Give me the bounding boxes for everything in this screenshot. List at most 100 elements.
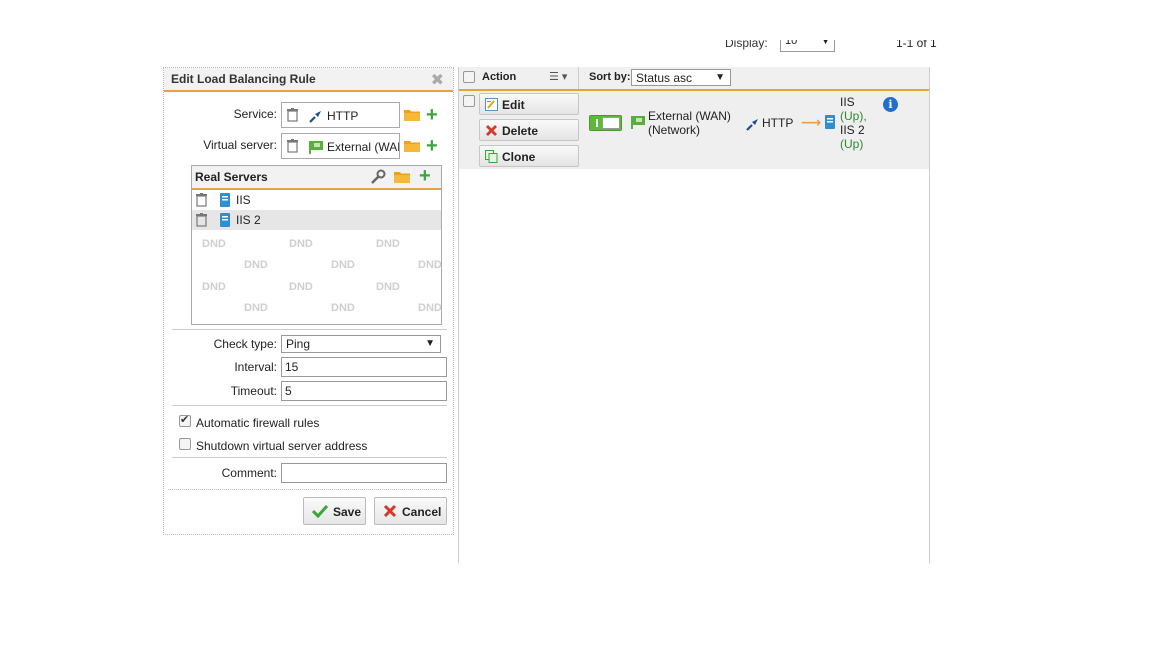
panel-title: Edit Load Balancing Rule	[171, 72, 316, 86]
enabled-toggle[interactable]	[589, 115, 622, 131]
timeout-value: 5	[285, 384, 292, 398]
info-icon[interactable]: i	[883, 97, 898, 112]
chevron-down-icon: ▼	[821, 40, 830, 46]
add-real-server-icon[interactable]: +	[419, 166, 431, 186]
service-plug-icon	[746, 117, 760, 134]
service-name: HTTP	[762, 116, 794, 130]
clone-label: Clone	[502, 150, 536, 164]
display-value: 10	[785, 40, 798, 47]
network-card-icon	[631, 115, 646, 132]
timeout-input[interactable]: 5	[281, 381, 447, 401]
auto-firewall-label: Automatic firewall rules	[196, 416, 320, 430]
server2-name: IIS 2	[840, 123, 865, 137]
interface-info: External (WAN) (Network)	[648, 109, 731, 137]
trash-icon[interactable]	[287, 139, 298, 156]
service-value: HTTP	[327, 109, 359, 123]
server-icon	[825, 115, 835, 132]
dnd-watermark: DND	[202, 238, 226, 250]
page-info: 1-1 of 1	[896, 40, 937, 50]
edit-load-balancing-panel: Edit Load Balancing Rule ✖ Service: HTTP…	[163, 67, 454, 535]
service-label: Service:	[233, 107, 277, 121]
shutdown-checkbox[interactable]	[179, 438, 191, 450]
comment-label: Comment:	[221, 466, 277, 480]
server1-name: IIS	[840, 95, 855, 109]
delete-button[interactable]: Delete	[479, 119, 579, 141]
real-server-name: IIS 2	[236, 213, 261, 227]
virtual-server-label: Virtual server:	[203, 138, 277, 152]
close-icon[interactable]: ✖	[431, 70, 444, 90]
server1-status: (Up),	[840, 109, 867, 123]
sort-label: Sort by:	[589, 71, 631, 83]
clone-button[interactable]: Clone	[479, 145, 579, 167]
sort-select[interactable]: Status asc ▼	[631, 69, 731, 86]
real-servers-title: Real Servers	[195, 170, 268, 184]
virtual-server-field[interactable]: External (WAN)	[281, 133, 400, 159]
wrench-icon[interactable]	[370, 169, 386, 188]
folder-icon[interactable]	[404, 139, 420, 155]
list-header: Action ☰ ▾ Sort by: Status asc ▼	[459, 67, 929, 91]
chevron-down-icon: ▼	[715, 72, 725, 83]
shutdown-label: Shutdown virtual server address	[196, 439, 368, 453]
panel-header: Edit Load Balancing Rule ✖	[164, 68, 453, 92]
interval-input[interactable]: 15	[281, 357, 447, 377]
auto-firewall-checkbox[interactable]	[179, 413, 191, 427]
real-servers-header: Real Servers +	[192, 166, 441, 190]
interface-name: External (WAN)	[648, 109, 731, 123]
x-icon	[383, 504, 397, 521]
server-icon	[220, 213, 230, 230]
trash-icon[interactable]	[196, 193, 207, 210]
display-label: Display:	[725, 40, 768, 50]
folder-icon[interactable]	[394, 170, 410, 186]
service-field[interactable]: HTTP	[281, 102, 400, 128]
arrow-right-icon: ⟶	[801, 114, 822, 130]
list-item[interactable]: IIS	[192, 190, 441, 210]
delete-label: Delete	[502, 124, 539, 138]
action-column-header: Action ☰ ▾	[459, 67, 579, 89]
dnd-watermark: DND	[376, 281, 400, 293]
dnd-watermark: DND	[202, 281, 226, 293]
list-item[interactable]: IIS 2	[192, 210, 441, 230]
select-all-checkbox[interactable]	[463, 71, 475, 83]
display-select[interactable]: 10 ▼	[780, 40, 835, 52]
save-label: Save	[333, 505, 362, 519]
toggle-knob	[602, 117, 620, 129]
timeout-label: Timeout:	[230, 384, 277, 398]
real-server-name: IIS	[236, 193, 251, 207]
check-type-label: Check type:	[213, 337, 277, 351]
service-plug-icon	[309, 109, 323, 126]
cancel-label: Cancel	[402, 505, 442, 519]
column-menu-icon[interactable]: ☰ ▾	[549, 70, 567, 83]
divider	[172, 329, 447, 330]
trash-icon[interactable]	[287, 108, 298, 125]
add-virtual-server-icon[interactable]: +	[426, 136, 438, 156]
edit-button[interactable]: Edit	[479, 93, 579, 115]
trash-icon[interactable]	[196, 213, 207, 230]
check-type-value: Ping	[286, 337, 311, 351]
dnd-watermark: DND	[331, 259, 355, 271]
chevron-down-icon: ▼	[425, 338, 435, 349]
interval-label: Interval:	[234, 360, 277, 374]
virtual-server-value: External (WAN)	[327, 140, 399, 154]
add-service-icon[interactable]: +	[426, 105, 438, 125]
folder-icon[interactable]	[404, 108, 420, 124]
x-icon	[485, 124, 498, 140]
action-header-label: Action	[482, 71, 517, 83]
dnd-watermark: DND	[418, 302, 442, 314]
network-card-icon	[309, 140, 324, 157]
interface-type: (Network)	[648, 123, 701, 137]
dnd-watermark: DND	[331, 302, 355, 314]
save-button[interactable]: Save	[303, 497, 366, 525]
comment-input[interactable]	[281, 463, 447, 483]
checkmark-icon	[311, 504, 329, 521]
table-row[interactable]: Edit Delete Clone External (WAN) (Networ…	[459, 91, 929, 169]
row-checkbox[interactable]	[463, 95, 475, 107]
clone-icon	[485, 150, 498, 166]
check-type-select[interactable]: Ping ▼	[281, 335, 441, 353]
real-servers-box[interactable]: Real Servers + IIS IIS 2 DND DND DND DND…	[191, 165, 442, 325]
cancel-button[interactable]: Cancel	[374, 497, 447, 525]
server2-status: (Up)	[840, 137, 864, 151]
rules-list-panel: Action ☰ ▾ Sort by: Status asc ▼ Edit De…	[458, 67, 930, 563]
display-bar: Display: 10 ▼ 1-1 of 1	[700, 40, 940, 60]
edit-icon	[485, 98, 498, 114]
dnd-watermark: DND	[244, 259, 268, 271]
